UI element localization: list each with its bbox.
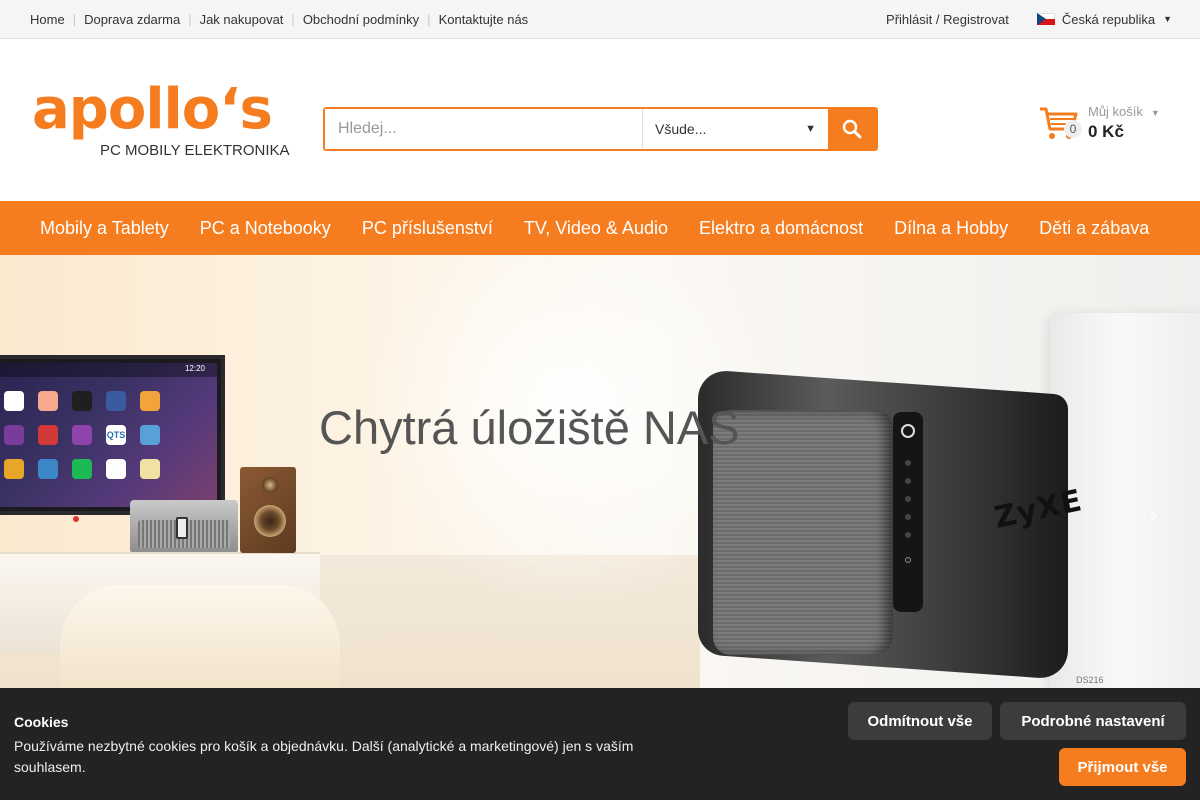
app-icon bbox=[38, 425, 58, 445]
tv-screen: 12:20 QTS bbox=[0, 363, 217, 507]
app-icon bbox=[4, 425, 24, 445]
banner-armchair bbox=[60, 585, 340, 690]
top-right: Přihlásit / Registrovat Česká republika … bbox=[886, 0, 1172, 38]
cookie-title: Cookies bbox=[14, 714, 69, 730]
hero-banner[interactable]: 12:20 QTS DS216 ZyXE Chytrá úložiště NAS… bbox=[0, 255, 1200, 690]
reject-all-button[interactable]: Odmítnout vše bbox=[848, 702, 992, 740]
app-icon bbox=[106, 459, 126, 479]
tv-status-bar: 12:20 bbox=[0, 363, 217, 377]
cookie-text: Používáme nezbytné cookies pro košík a o… bbox=[14, 738, 634, 775]
nas-model-label: DS216 bbox=[1076, 675, 1104, 685]
app-icon bbox=[4, 459, 24, 479]
caret-down-icon: ▼ bbox=[1163, 14, 1172, 24]
nav-item-kids-fun[interactable]: Děti a zábava bbox=[1039, 218, 1149, 239]
app-icon bbox=[38, 459, 58, 479]
nav-item-mobile-tablets[interactable]: Mobily a Tablety bbox=[40, 218, 169, 239]
separator: | bbox=[291, 11, 295, 27]
main-nav: Mobily a Tablety PC a Notebooky PC přísl… bbox=[0, 201, 1200, 255]
caret-down-icon: ▼ bbox=[1150, 108, 1160, 118]
qts-app-icon: QTS bbox=[106, 425, 126, 445]
nas-black-image: ZyXE bbox=[698, 369, 1088, 680]
tv-time: 12:20 bbox=[184, 364, 205, 373]
tv-power-led bbox=[73, 516, 79, 522]
banner-tv-image: 12:20 QTS bbox=[0, 355, 225, 515]
czech-flag-icon bbox=[1036, 13, 1055, 25]
search-input[interactable] bbox=[325, 109, 642, 149]
cart-count-badge: 0 bbox=[1064, 120, 1082, 138]
search-button[interactable] bbox=[828, 107, 876, 151]
nav-item-workshop-hobby[interactable]: Dílna a Hobby bbox=[894, 218, 1008, 239]
top-link-terms[interactable]: Obchodní podmínky bbox=[303, 12, 419, 27]
nav-item-pc-accessories[interactable]: PC příslušenství bbox=[362, 218, 493, 239]
nav-item-tv-video-audio[interactable]: TV, Video & Audio bbox=[524, 218, 668, 239]
logo[interactable]: apollo‘s PC MOBILY ELEKTRONIKA bbox=[32, 77, 290, 164]
app-icon bbox=[106, 391, 126, 411]
cookie-banner: Cookies Používáme nezbytné cookies pro k… bbox=[0, 688, 1200, 800]
top-bar: Home | Doprava zdarma | Jak nakupovat | … bbox=[0, 0, 1200, 39]
app-icon bbox=[38, 391, 58, 411]
power-icon bbox=[901, 424, 915, 438]
search-scope-value: Všude... bbox=[655, 121, 707, 137]
search-icon bbox=[842, 119, 862, 139]
login-register-link[interactable]: Přihlásit / Registrovat bbox=[886, 12, 1009, 27]
cart-label: Můj košík ▼ bbox=[1088, 104, 1160, 119]
app-icon bbox=[140, 425, 160, 445]
cart-total: 0 Kč bbox=[1088, 122, 1124, 141]
app-icon bbox=[72, 459, 92, 479]
top-link-how-to-shop[interactable]: Jak nakupovat bbox=[200, 12, 284, 27]
nav-item-electro-home[interactable]: Elektro a domácnost bbox=[699, 218, 863, 239]
top-link-free-delivery[interactable]: Doprava zdarma bbox=[84, 12, 180, 27]
nas-front-panel bbox=[893, 412, 923, 612]
country-selector[interactable]: Česká republika ▼ bbox=[1036, 11, 1172, 27]
banner-title: Chytrá úložiště NAS bbox=[319, 401, 740, 454]
carousel-next-icon[interactable]: › bbox=[1148, 500, 1158, 530]
cart-widget[interactable]: 0 Můj košík ▼ 0 Kč bbox=[1038, 100, 1178, 150]
app-icon bbox=[72, 391, 92, 411]
app-icon bbox=[72, 425, 92, 445]
separator: | bbox=[427, 11, 431, 27]
app-icon bbox=[140, 459, 160, 479]
country-label: Česká republika bbox=[1061, 11, 1156, 27]
nav-item-pc-notebooks[interactable]: PC a Notebooky bbox=[200, 218, 331, 239]
logo-subtitle: PC MOBILY ELEKTRONIKA bbox=[100, 142, 290, 159]
detailed-settings-button[interactable]: Podrobné nastavení bbox=[1000, 702, 1186, 740]
logo-wordmark: apollo‘s bbox=[32, 77, 273, 142]
docked-phone bbox=[176, 517, 188, 539]
top-link-contact[interactable]: Kontaktujte nás bbox=[439, 12, 529, 27]
speaker-image bbox=[240, 467, 296, 553]
app-icon bbox=[140, 391, 160, 411]
top-links: Home | Doprava zdarma | Jak nakupovat | … bbox=[30, 0, 528, 38]
accept-all-button[interactable]: Přijmout vše bbox=[1059, 748, 1186, 786]
separator: | bbox=[72, 11, 77, 27]
caret-down-icon: ▼ bbox=[805, 123, 816, 135]
search-bar: Všude... ▼ bbox=[323, 107, 878, 151]
app-icon bbox=[4, 391, 24, 411]
top-link-home[interactable]: Home bbox=[30, 12, 65, 27]
search-scope-select[interactable]: Všude... ▼ bbox=[642, 109, 828, 149]
separator: | bbox=[188, 11, 192, 27]
